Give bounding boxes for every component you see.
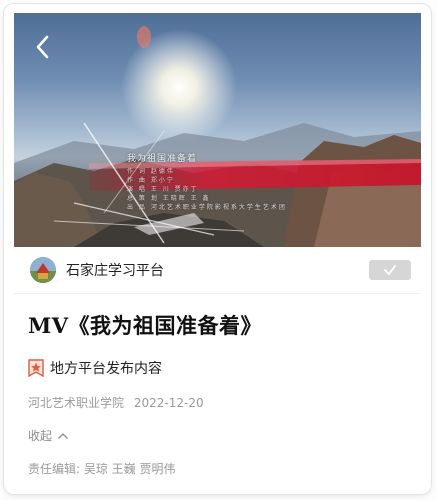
check-icon (384, 265, 396, 275)
credits-line: 总 策 划 王晓辉 王 鑫 (127, 195, 211, 202)
responsible-editors: 责任编辑: 吴琼 王巍 贾明伟 (28, 462, 176, 476)
avatar-image (30, 257, 56, 283)
back-button[interactable] (30, 31, 56, 63)
source-tag-label: 地方平台发布内容 (50, 361, 162, 377)
collapse-label: 收起 (28, 429, 53, 443)
credits-line: 出 品 河北艺术职业学院影视系大学生艺术团 (127, 204, 287, 211)
article-date: 2022-12-20 (133, 396, 204, 410)
video-credits: 我为祖国准备着 作 词 赵德伟 作 曲 郑小宁 演 唱 王 川 贾亦丁 总 策 … (127, 151, 287, 212)
article-content: MV《我为祖国准备着》 地方平台发布内容 河北艺术职业学院 2022-12-20… (28, 300, 408, 477)
avatar[interactable] (30, 257, 56, 283)
article-source: 河北艺术职业学院 (28, 396, 125, 410)
article-title: MV《我为祖国准备着》 (28, 313, 263, 338)
chevron-left-icon (36, 35, 49, 59)
credits-line: 作 词 赵德伟 (127, 168, 175, 175)
chevron-up-icon (58, 432, 68, 439)
article-meta: 河北艺术职业学院 2022-12-20 (28, 394, 408, 411)
star-badge-icon (28, 359, 44, 377)
collapse-button[interactable]: 收起 (28, 427, 69, 444)
source-tag: 地方平台发布内容 (28, 358, 408, 378)
video-player[interactable]: 我为祖国准备着 作 词 赵德伟 作 曲 郑小宁 演 唱 王 川 贾亦丁 总 策 … (14, 13, 421, 247)
credits-line: 演 唱 王 川 贾亦丁 (127, 186, 199, 193)
publisher-name[interactable]: 石家庄学习平台 (66, 260, 164, 280)
app-frame: 我为祖国准备着 作 词 赵德伟 作 曲 郑小宁 演 唱 王 川 贾亦丁 总 策 … (4, 4, 431, 494)
follow-button[interactable] (369, 260, 411, 280)
credits-title: 我为祖国准备着 (127, 154, 198, 164)
publisher-bar: 石家庄学习平台 (14, 247, 421, 294)
credits-line: 作 曲 郑小宁 (127, 177, 175, 184)
